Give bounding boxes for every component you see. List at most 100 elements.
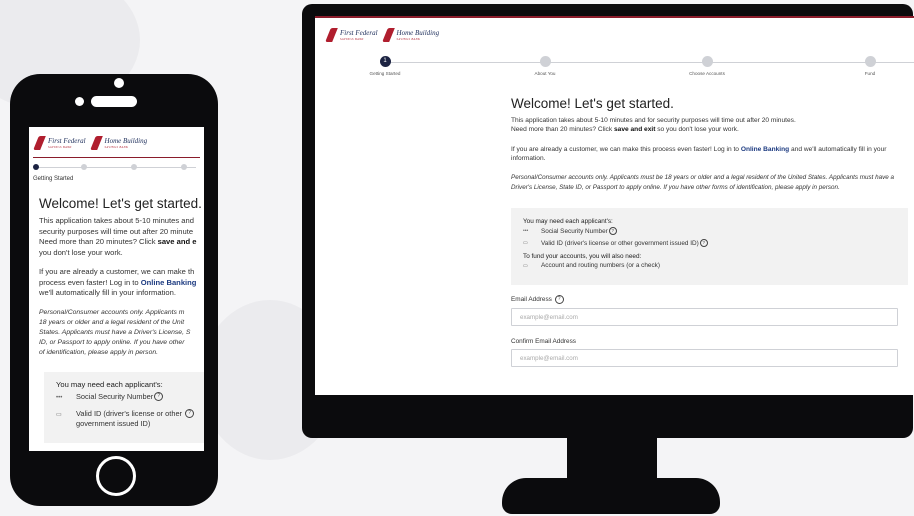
home-building-logo[interactable]: Home Building SAVINGS BANK [92,136,148,150]
customer-text: If you are already a customer, we can ma… [39,267,204,299]
help-icon[interactable]: ? [699,239,708,248]
step-label: Choose Accounts [689,71,725,76]
requirements-title: You may need each applicant's: [56,379,163,389]
confirm-email-field[interactable] [511,349,898,368]
email-field[interactable] [511,308,898,327]
valid-id-requirement: ▭ Valid ID (driver's license or other go… [523,239,908,248]
disclaimer-line: ID, or Passport to apply online. If you … [39,338,185,346]
home-building-logo[interactable]: Home Building SAVINGS BANK [384,28,440,42]
disclaimer-line: Personal/Consumer accounts only. Applica… [39,308,185,316]
save-and-exit-text: save and e [157,237,197,246]
routing-requirement: ▭ Account and routing numbers (or a chec… [523,262,908,269]
logo-name: First Federal [48,137,86,145]
help-icon[interactable]: ? [554,295,564,305]
ssn-icon: ••• [523,228,529,235]
intro-line: Need more than 20 minutes? Click [511,126,614,134]
logo-name: Home Building [396,29,440,37]
step-dot-choose-accounts[interactable] [131,164,137,170]
step-about-you[interactable]: About You [510,56,580,76]
requirements-box: You may need each applicant's: ••• Socia… [44,371,204,443]
logo-name: First Federal [340,29,378,37]
requirements-box: You may need each applicant's: ••• Socia… [511,208,908,286]
valid-id-label: Valid ID (driver's license or other [76,408,183,418]
intro-line: security purposes will time out after 20… [39,226,194,236]
logo-subtitle: SAVINGS BANK [340,37,364,41]
disclaimer-text: Personal/Consumer accounts only. Applica… [39,308,204,358]
progress-track [37,167,196,168]
desktop-header: First Federal SAVINGS BANK Home Building S… [315,16,914,48]
disclaimer-line: States. Applicants must have a Driver's … [39,328,191,336]
help-icon[interactable]: ? [154,392,164,402]
mobile-progress-bar [33,162,200,174]
logo-mark-icon [384,28,393,42]
confirm-email-label: Confirm Email Address [511,338,576,346]
customer-line: process even faster! Log in to [39,277,141,287]
intro-line: Need more than 20 minutes? Click [39,237,158,246]
step-label: About You [534,71,556,76]
ssn-label: Social Security Number [76,391,154,401]
first-federal-logo[interactable]: First Federal SAVINGS BANK [327,28,378,42]
mobile-content: Welcome! Let's get started. This applica… [29,182,204,443]
intro-text: This application takes about 5-10 minute… [511,116,908,135]
step-dot-getting-started[interactable] [33,164,39,170]
help-icon[interactable]: ? [185,409,195,419]
disclaimer-line: 18 years or older and a legal resident o… [39,318,185,326]
valid-id-requirement: ▭ Valid ID (driver's license or other ? g… [56,409,204,429]
intro-text: This application takes about 5-10 minute… [39,216,204,258]
intro-line: you don't lose your work. [39,247,123,257]
customer-line: If you are already a customer, we can ma… [511,145,741,153]
ssn-requirement: ••• Social Security Number? [523,227,908,236]
desktop-progress-bar: 1 Getting Started About You Choose Accou… [315,56,914,86]
online-banking-link[interactable]: Online Banking [141,278,197,287]
bank-icon: ▭ [523,262,528,269]
phone-speaker [91,96,137,107]
step-getting-started[interactable]: 1 Getting Started [350,56,420,76]
email-label-text: Email Address [511,296,552,304]
step-fund[interactable]: Fund [835,56,905,76]
customer-line: we'll automatically fill in your informa… [39,288,176,297]
logo-mark-icon [92,136,101,150]
id-card-icon: ▭ [523,240,528,247]
ssn-requirement: ••• Social Security Number? [56,392,204,403]
intro-line: This application takes about 5-10 minute… [39,216,194,225]
customer-text: If you are already a customer, we can ma… [511,145,908,164]
step-circle: 1 [379,56,391,67]
id-card-icon: ▭ [56,411,62,418]
email-label: Email Address ? [511,295,908,305]
page-title: Welcome! Let's get started. [511,96,674,111]
intro-line: This application takes about 5-10 minute… [511,117,796,124]
phone-screen: First Federal SAVINGS BANK Home Building S… [29,127,204,451]
logo-subtitle: SAVINGS BANK [48,145,72,149]
phone-sensor [75,97,84,106]
ssn-label: Social Security Number [541,227,608,235]
save-and-exit-text: save and exit [614,126,656,134]
ssn-icon: ••• [56,394,63,401]
mobile-header: First Federal SAVINGS BANK Home Building S… [33,127,200,158]
step-circle [864,56,876,67]
valid-id-label: Valid ID (driver's license or other gove… [541,239,699,247]
valid-id-label: government issued ID) [76,418,151,428]
intro-line: so you don't lose your work. [655,126,739,134]
customer-line: If you are already a customer, we can ma… [39,267,195,276]
step-circle [701,56,713,67]
logo-name: Home Building [104,137,148,145]
online-banking-link[interactable]: Online Banking [741,146,789,153]
page-title: Welcome! Let's get started. [39,196,202,211]
disclaimer-line: of identification, please apply in perso… [39,348,159,356]
logo-mark-icon [327,28,336,42]
step-dot-fund[interactable] [181,164,187,170]
help-icon[interactable]: ? [608,227,617,236]
phone-camera [114,78,124,88]
logo-mark-icon [35,136,44,150]
monitor-stand-base [502,478,720,514]
first-federal-logo[interactable]: First Federal SAVINGS BANK [35,136,86,150]
requirements-title: You may need each applicant's: [523,218,613,226]
desktop-content: Welcome! Let's get started. This applica… [511,96,908,368]
step-label: Fund [864,71,876,76]
step-dot-about-you[interactable] [81,164,87,170]
step-choose-accounts[interactable]: Choose Accounts [672,56,742,76]
desktop-screen: First Federal SAVINGS BANK Home Building S… [315,16,914,395]
step-label: Getting Started [369,71,401,76]
phone-home-button[interactable] [96,456,136,496]
fund-requirements-title: To fund your accounts, you will also nee… [523,253,642,261]
